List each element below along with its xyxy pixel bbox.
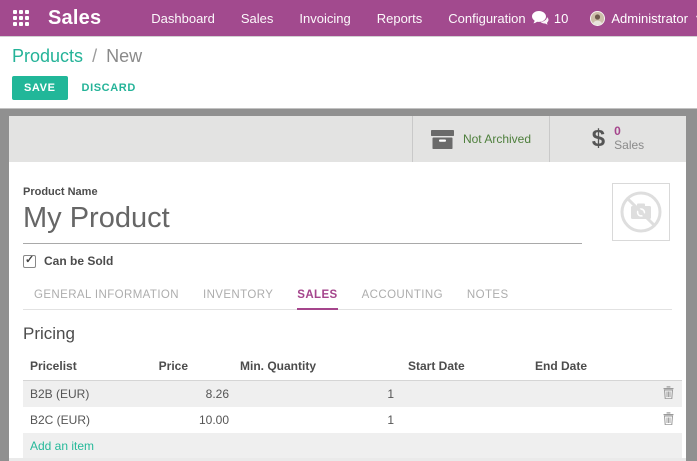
messages-button[interactable]: 10 — [532, 11, 568, 26]
discard-button[interactable]: DISCARD — [82, 82, 136, 94]
can-be-sold-label: Can be Sold — [44, 254, 113, 268]
cell-pricelist: B2B (EUR) — [23, 381, 148, 408]
add-an-item-link[interactable]: Add an item — [23, 433, 682, 458]
column-header-start-date: Start Date — [398, 355, 525, 381]
column-header-pricelist: Pricelist — [23, 355, 148, 381]
column-header-price: Price — [148, 355, 233, 381]
form-sheet: Not Archived $ 0 Sales Product Name — [9, 116, 686, 461]
control-panel: Products / New SAVE DISCARD — [0, 36, 697, 108]
pricing-table: Pricelist Price Min. Quantity Start Date… — [23, 355, 682, 458]
can-be-sold-checkbox[interactable]: ✓ — [23, 255, 36, 268]
user-menu[interactable]: Administrator ▾ — [590, 11, 697, 26]
sales-label: Sales — [614, 139, 644, 153]
sales-count: 0 — [614, 125, 644, 139]
breadcrumb-separator: / — [92, 46, 97, 66]
user-name: Administrator — [611, 11, 688, 26]
product-name-label: Product Name — [23, 186, 672, 198]
tab-general-information[interactable]: GENERAL INFORMATION — [34, 285, 179, 309]
cell-min-quantity: 1 — [233, 407, 398, 433]
no-camera-icon — [618, 189, 664, 235]
cell-end-date — [525, 381, 652, 408]
pricing-row-b2b[interactable]: B2B (EUR) 8.26 1 — [23, 381, 682, 408]
delete-row-icon[interactable] — [663, 412, 674, 428]
tab-accounting[interactable]: ACCOUNTING — [362, 285, 443, 309]
tab-inventory[interactable]: INVENTORY — [203, 285, 273, 309]
top-navbar: Sales Dashboard Sales Invoicing Reports … — [0, 0, 697, 36]
user-avatar — [590, 11, 605, 26]
pricing-section-title: Pricing — [23, 324, 672, 344]
cell-min-quantity: 1 — [233, 381, 398, 408]
checkmark-icon: ✓ — [25, 253, 34, 266]
cell-start-date — [398, 381, 525, 408]
main-menu: Dashboard Sales Invoicing Reports Config… — [151, 11, 525, 26]
add-item-row: Add an item — [23, 433, 682, 458]
save-button[interactable]: SAVE — [12, 76, 68, 100]
dollar-icon: $ — [592, 127, 605, 151]
delete-row-icon[interactable] — [663, 386, 674, 402]
menu-item-reports[interactable]: Reports — [377, 11, 423, 26]
archive-box-icon — [431, 130, 454, 149]
pricing-header-row: Pricelist Price Min. Quantity Start Date… — [23, 355, 682, 381]
menu-item-dashboard[interactable]: Dashboard — [151, 11, 215, 26]
menu-item-sales[interactable]: Sales — [241, 11, 274, 26]
pricing-row-b2c[interactable]: B2C (EUR) 10.00 1 — [23, 407, 682, 433]
menu-item-invoicing[interactable]: Invoicing — [299, 11, 350, 26]
tab-notes[interactable]: NOTES — [467, 285, 509, 309]
archive-toggle-button[interactable]: Not Archived — [412, 116, 549, 162]
cell-pricelist: B2C (EUR) — [23, 407, 148, 433]
cell-end-date — [525, 407, 652, 433]
page-background: Not Archived $ 0 Sales Product Name — [0, 108, 697, 461]
cell-price: 10.00 — [148, 407, 233, 433]
breadcrumb: Products / New — [12, 46, 697, 67]
stat-button-bar: Not Archived $ 0 Sales — [9, 116, 686, 162]
column-header-actions — [652, 355, 682, 381]
breadcrumb-current: New — [106, 46, 142, 66]
sales-stat-button[interactable]: $ 0 Sales — [549, 116, 686, 162]
column-header-min-quantity: Min. Quantity — [233, 355, 398, 381]
menu-item-configuration[interactable]: Configuration — [448, 11, 525, 26]
chat-bubble-icon — [532, 11, 549, 25]
tab-sales[interactable]: SALES — [297, 285, 337, 310]
column-header-end-date: End Date — [525, 355, 652, 381]
app-title[interactable]: Sales — [48, 7, 101, 30]
product-name-input[interactable] — [23, 198, 582, 244]
product-image-placeholder[interactable] — [612, 183, 670, 241]
apps-menu-icon[interactable] — [13, 10, 29, 26]
archive-status-label: Not Archived — [463, 132, 531, 146]
message-count: 10 — [554, 11, 568, 26]
notebook-tabs: GENERAL INFORMATION INVENTORY SALES ACCO… — [23, 285, 672, 310]
breadcrumb-products-link[interactable]: Products — [12, 46, 83, 66]
cell-start-date — [398, 407, 525, 433]
cell-price: 8.26 — [148, 381, 233, 408]
